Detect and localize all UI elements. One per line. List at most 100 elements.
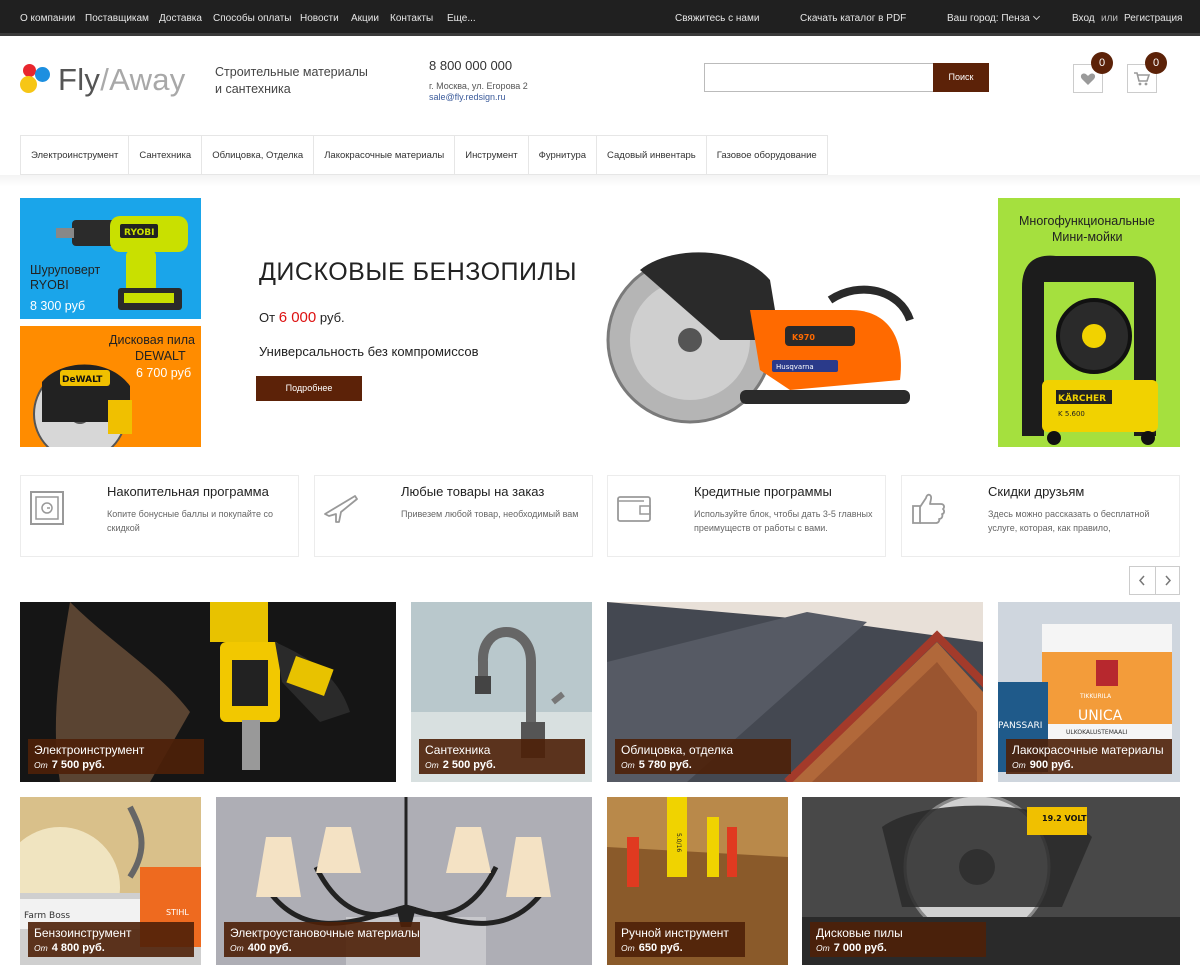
chevron-right-icon[interactable] [1156,567,1180,594]
nav-item-paints[interactable]: Лакокрасочные материалы [313,136,454,175]
tile-title: Электроинструмент [34,743,145,757]
nav-item-power-tools[interactable]: Электроинструмент [20,136,128,175]
topbar-link-more[interactable]: Еще... [447,13,476,24]
nav-item-facing[interactable]: Облицовка, Отделка [201,136,313,175]
tile-caption: Бензоинструмент От 4 800 руб. [28,922,194,957]
category-tile-facing[interactable]: Облицовка, отделка От 5 780 руб. [607,602,983,782]
category-tile-circular-saws[interactable]: 19.2 VOLT Дисковые пилы От 7 000 руб. [802,797,1180,965]
karcher-brand: KÄRCHER [1058,393,1106,404]
cutter-model: K970 [792,333,815,342]
promo-ryobi[interactable]: RYOBI Шуруповерт RYOBI 8 300 руб [20,198,201,319]
feature-title: Любые товары на заказ [401,484,545,499]
login-link[interactable]: Вход [1072,13,1095,24]
topbar-link-delivery[interactable]: Доставка [159,13,202,24]
tile-price-value: 650 руб. [638,942,683,954]
tile-price: От 5 780 руб. [621,759,783,771]
address: г. Москва, ул. Егорова 2 [429,81,528,91]
feature-loyalty[interactable]: Накопительная программа Копите бонусные … [20,475,299,557]
city-label: Ваш город: Пенза [947,13,1030,24]
nav-item-garden[interactable]: Садовый инвентарь [596,136,706,175]
topbar-link-news[interactable]: Новости [300,13,339,24]
chevron-left-icon[interactable] [1130,567,1155,594]
tagline: Строительные материалы и сантехника [215,64,395,98]
tile-price-value: 2 500 руб. [442,759,496,771]
promo-ryobi-price: 8 300 руб [30,299,86,313]
logo[interactable]: Fly/Away [20,62,190,98]
promo-karcher-line2: Мини-мойки [1052,230,1123,244]
logo-slash: / [100,62,110,97]
hero-price: От 6 000 руб. [259,309,345,326]
logo-away: Away [109,62,186,97]
promo-dewalt[interactable]: DeWALT Дисковая пила DEWALT 6 700 руб [20,326,201,447]
hero-price-suffix: руб. [319,310,345,325]
contact-us-link[interactable]: Свяжитесь с нами [675,13,759,24]
nav-item-plumbing[interactable]: Сантехника [128,136,201,175]
register-link[interactable]: Регистрация [1124,13,1182,24]
topbar-link-promo[interactable]: Акции [351,13,379,24]
category-tile-gas-tools[interactable]: Farm Boss STIHL Бензоинструмент От 4 800 … [20,797,201,965]
tile-caption: Ручной инструмент От 650 руб. [615,922,745,957]
cart-count-badge: 0 [1145,52,1167,74]
promo-dewalt-line2: DEWALT [135,349,186,363]
promo-karcher[interactable]: KÄRCHER K 5.600 Многофункциональные Мини… [998,198,1180,447]
search-input[interactable] [704,63,933,92]
thumbs-up-icon [912,493,945,524]
topbar-link-suppliers[interactable]: Поставщикам [85,13,149,24]
tile-caption: Дисковые пилы От 7 000 руб. [810,922,986,957]
feature-credit[interactable]: Кредитные программы Используйте блок, чт… [607,475,886,557]
tile-caption: Электроустановочные материалы От 400 руб. [224,922,420,957]
promo-dewalt-line1: Дисковая пила [109,333,195,347]
tile-title: Облицовка, отделка [621,743,733,757]
voltage-label: 19.2 VOLT [1042,814,1087,823]
tile-price-prefix: От [621,760,635,770]
tile-price: От 2 500 руб. [425,759,577,771]
hero-more-button[interactable]: Подробнее [256,376,362,401]
topbar-link-payment[interactable]: Способы оплаты [213,13,292,24]
chevron-down-icon [1032,12,1040,21]
tile-title: Дисковые пилы [816,926,903,940]
tile-title: Бензоинструмент [34,926,132,940]
feature-title: Накопительная программа [107,484,269,499]
airplane-icon [324,495,358,523]
feature-title: Кредитные программы [694,484,832,499]
tagline-line-1: Строительные материалы [215,65,368,79]
category-tile-electrical[interactable]: Электроустановочные материалы От 400 руб. [216,797,592,965]
tile-price-value: 7 000 руб. [833,942,887,954]
feature-order[interactable]: Любые товары на заказ Привезем любой тов… [314,475,593,557]
promo-dewalt-price: 6 700 руб [136,366,192,380]
topbar-link-about[interactable]: О компании [20,13,75,24]
hero-price-value: 6 000 [278,309,317,326]
topbar-link-contacts[interactable]: Контакты [390,13,433,24]
email-link[interactable]: sale@fly.redsign.ru [429,92,506,102]
nav-item-gas[interactable]: Газовое оборудование [705,136,828,175]
nav-shadow [0,175,1200,187]
chainsaw-brand: Farm Boss [24,911,70,921]
city-selector[interactable]: Ваш город: Пенза [947,12,1040,24]
tile-price-value: 900 руб. [1029,759,1074,771]
phone-number[interactable]: 8 800 000 000 [429,58,512,73]
category-tile-hand-tools[interactable]: 5.0/16 Ручной инструмент От 650 руб. [607,797,788,965]
feature-desc: Привезем любой товар, необходимый вам [401,509,579,519]
search-button[interactable]: Поиск [933,63,989,92]
tile-price-prefix: От [816,943,830,953]
tile-price-value: 400 руб. [247,942,292,954]
top-bar: О компании Поставщикам Доставка Способы … [0,0,1200,36]
tile-price-value: 7 500 руб. [51,759,105,771]
main-nav: Электроинструмент Сантехника Облицовка, … [20,135,828,175]
feature-desc: Здесь можно рассказать о бесплатной услу… [988,509,1150,533]
category-tile-plumbing[interactable]: Сантехника От 2 500 руб. [411,602,592,782]
cutter-brand: Husqvarna [776,363,814,371]
logo-text: Fly/Away [58,62,186,98]
tile-price: От 650 руб. [621,942,737,954]
feature-friends[interactable]: Скидки друзьям Здесь можно рассказать о … [901,475,1180,557]
download-catalog-link[interactable]: Скачать каталог в PDF [800,13,906,24]
category-tile-power-tools[interactable]: Электроинструмент От 7 500 руб. [20,602,396,782]
logo-fly: Fly [58,62,101,97]
or-text: или [1101,13,1119,24]
karcher-model: K 5.600 [1058,410,1085,418]
nav-item-hardware[interactable]: Фурнитура [527,136,596,175]
nav-item-tools[interactable]: Инструмент [454,136,527,175]
category-tile-paints[interactable]: UNICA TIKKURILA ULKOKALUSTEMAALI PANSSAR… [998,602,1180,782]
tape-label: 5.0/16 [675,833,682,852]
tagline-line-2: и сантехника [215,82,291,96]
